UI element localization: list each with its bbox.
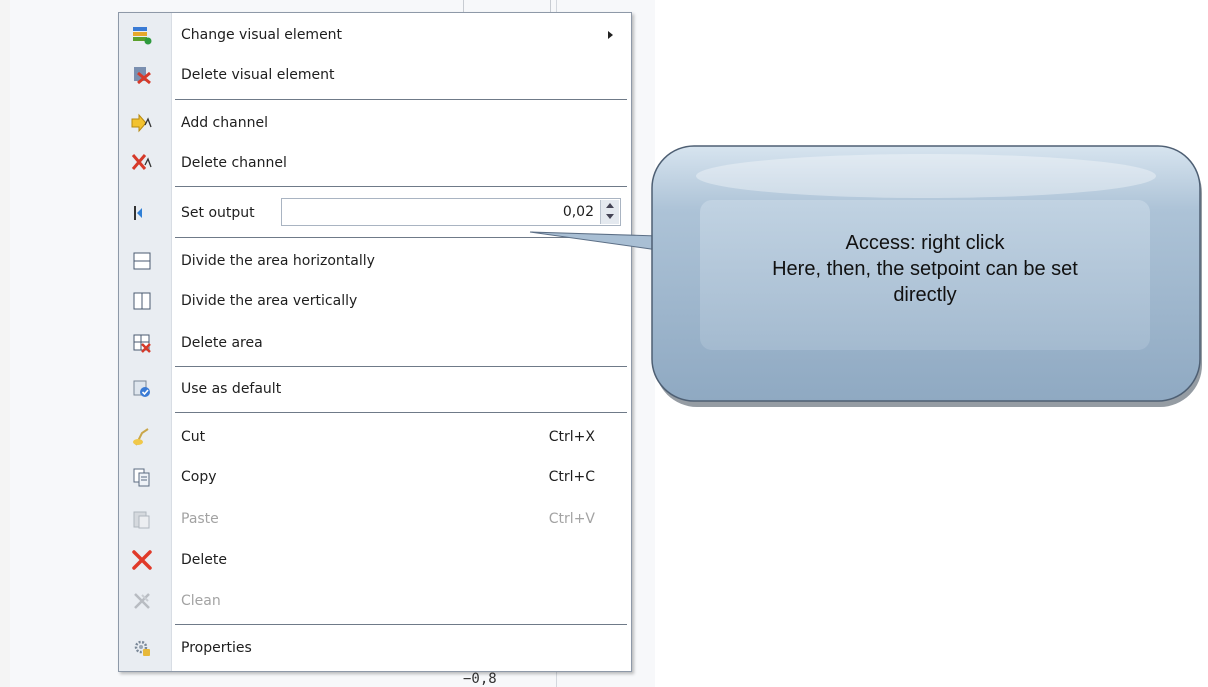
callout-line: Here, then, the setpoint can be set: [772, 258, 1078, 280]
callout-text: Access: right click Here, then, the setp…: [700, 230, 1150, 308]
callout-pointer: [529, 231, 659, 251]
callout-line: Access: right click: [845, 232, 1005, 254]
callout-gloss: [696, 154, 1156, 198]
callout-bubble: [529, 145, 1202, 407]
callout-line: directly: [893, 284, 957, 306]
